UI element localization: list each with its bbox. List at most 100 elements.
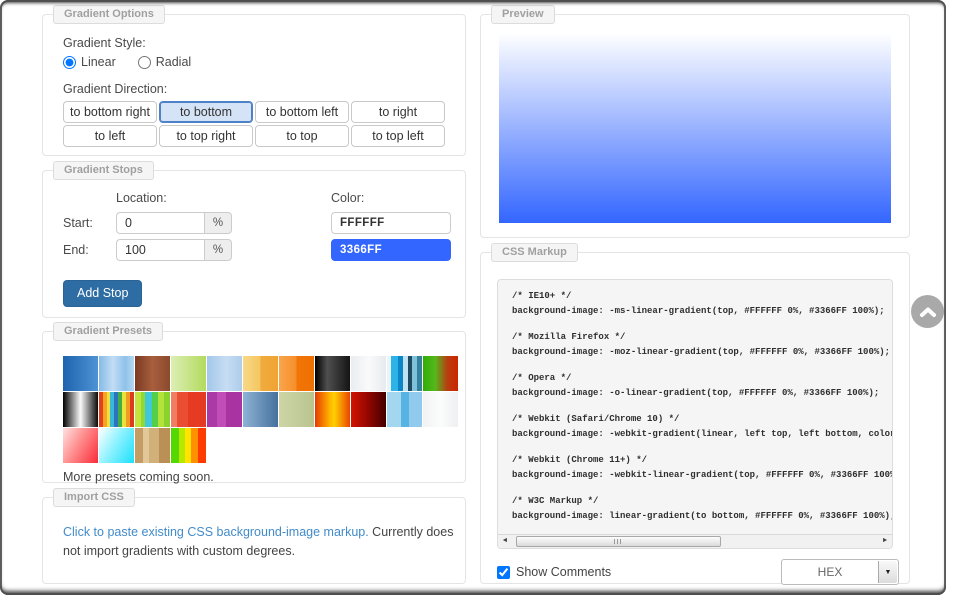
- code-block-webkit-new: /* Webkit (Chrome 11+) */ background-ima…: [512, 453, 878, 483]
- import-css-legend: Import CSS: [53, 488, 135, 507]
- gradient-stops-legend: Gradient Stops: [53, 161, 154, 180]
- preset-swatch[interactable]: [207, 356, 242, 391]
- preset-swatch[interactable]: [207, 392, 242, 427]
- code-line: background-image: linear-gradient(to bot…: [512, 509, 878, 524]
- direction-to-top-right-button[interactable]: to top right: [159, 125, 253, 147]
- code-comment: /* Webkit (Safari/Chrome 10) */: [512, 412, 878, 427]
- preset-swatch[interactable]: [243, 356, 278, 391]
- code-line: background-image: -moz-linear-gradient(t…: [512, 345, 878, 360]
- code-block-webkit-old: /* Webkit (Safari/Chrome 10) */ backgrou…: [512, 412, 878, 442]
- radial-radio[interactable]: [138, 56, 151, 69]
- horizontal-scrollbar[interactable]: ◄ ►: [498, 534, 892, 548]
- linear-radio-label: Linear: [81, 55, 116, 69]
- presets-note: More presets coming soon.: [63, 470, 459, 484]
- code-block-opera: /* Opera */ background-image: -o-linear-…: [512, 371, 878, 401]
- color-header: Color:: [331, 191, 451, 205]
- select-dropdown-arrow-icon[interactable]: ▼: [878, 561, 897, 583]
- gradient-style-radios: Linear Radial: [63, 55, 445, 69]
- color-format-value: HEX: [782, 560, 878, 584]
- end-label: End:: [63, 243, 116, 257]
- css-markup-legend: CSS Markup: [491, 243, 578, 262]
- preset-swatch[interactable]: [351, 392, 386, 427]
- direction-button-grid: to bottom right to bottom to bottom left…: [63, 101, 445, 147]
- right-column: Preview CSS Markup /* IE10+ */ backgroun…: [480, 14, 910, 584]
- stops-grid: Location: Color: Start: % FFFFFF End: % …: [63, 191, 445, 261]
- end-color-field[interactable]: 3366FF: [331, 239, 451, 261]
- code-comment: /* IE10+ */: [512, 289, 878, 304]
- direction-to-top-left-button[interactable]: to top left: [351, 125, 445, 147]
- start-location-input[interactable]: [116, 212, 204, 234]
- gradient-stops-panel: Gradient Stops Location: Color: Start: %…: [42, 170, 466, 318]
- preset-swatch[interactable]: [171, 428, 206, 463]
- add-stop-button[interactable]: Add Stop: [63, 280, 142, 307]
- preset-swatch[interactable]: [99, 392, 134, 427]
- preset-swatch[interactable]: [315, 356, 350, 391]
- show-comments-checkbox[interactable]: [497, 566, 510, 579]
- preset-swatch[interactable]: [63, 392, 98, 427]
- preset-swatch[interactable]: [387, 392, 422, 427]
- preset-swatch[interactable]: [171, 392, 206, 427]
- scroll-left-arrow-icon[interactable]: ◄: [498, 535, 512, 548]
- code-comment: /* Opera */: [512, 371, 878, 386]
- show-comments-control[interactable]: Show Comments: [497, 565, 611, 579]
- start-label: Start:: [63, 216, 116, 230]
- preset-swatch[interactable]: [279, 392, 314, 427]
- radial-radio-label: Radial: [156, 55, 191, 69]
- scroll-right-arrow-icon[interactable]: ►: [878, 535, 892, 548]
- scrollbar-thumb[interactable]: [516, 536, 721, 547]
- preset-swatch[interactable]: [171, 356, 206, 391]
- left-column: Gradient Options Gradient Style: Linear …: [42, 14, 466, 584]
- preset-swatch[interactable]: [135, 428, 170, 463]
- direction-to-right-button[interactable]: to right: [351, 101, 445, 123]
- css-markup-panel: CSS Markup /* IE10+ */ background-image:…: [480, 252, 910, 584]
- gradient-presets-panel: Gradient Presets: [42, 331, 466, 483]
- radio-option-radial[interactable]: Radial: [138, 55, 191, 69]
- preset-swatch[interactable]: [351, 356, 386, 391]
- gradient-style-label: Gradient Style:: [63, 36, 445, 50]
- start-location-group: %: [116, 212, 232, 234]
- code-line: background-image: -ms-linear-gradient(to…: [512, 304, 878, 319]
- radio-option-linear[interactable]: Linear: [63, 55, 116, 69]
- code-comment: /* W3C Markup */: [512, 494, 878, 509]
- gradient-options-legend: Gradient Options: [53, 5, 165, 24]
- preset-swatch[interactable]: [63, 356, 98, 391]
- direction-to-bottom-right-button[interactable]: to bottom right: [63, 101, 157, 123]
- code-line: background-image: -webkit-gradient(linea…: [512, 427, 878, 442]
- preset-swatch[interactable]: [423, 356, 458, 391]
- start-percent-addon: %: [204, 212, 232, 234]
- preset-swatch[interactable]: [279, 356, 314, 391]
- preset-swatch[interactable]: [315, 392, 350, 427]
- start-color-field[interactable]: FFFFFF: [331, 212, 451, 234]
- preset-swatch[interactable]: [135, 356, 170, 391]
- preset-swatch[interactable]: [99, 428, 134, 463]
- chevron-up-icon: [919, 306, 937, 318]
- preset-swatch[interactable]: [135, 392, 170, 427]
- direction-to-top-button[interactable]: to top: [255, 125, 349, 147]
- preset-swatch[interactable]: [243, 392, 278, 427]
- markup-footer: Show Comments HEX ▼: [497, 559, 899, 585]
- color-format-select[interactable]: HEX ▼: [781, 559, 899, 585]
- direction-to-bottom-left-button[interactable]: to bottom left: [255, 101, 349, 123]
- code-block-w3c: /* W3C Markup */ background-image: linea…: [512, 494, 878, 524]
- import-css-panel: Import CSS Click to paste existing CSS b…: [42, 497, 466, 584]
- preset-swatch[interactable]: [99, 356, 134, 391]
- preview-legend: Preview: [491, 5, 555, 24]
- direction-to-left-button[interactable]: to left: [63, 125, 157, 147]
- location-header: Location:: [116, 191, 232, 205]
- end-percent-addon: %: [204, 239, 232, 261]
- scroll-to-top-button[interactable]: [911, 295, 944, 328]
- import-css-text: Click to paste existing CSS background-i…: [63, 523, 455, 562]
- preset-swatch[interactable]: [387, 356, 422, 391]
- css-markup-code-area[interactable]: /* IE10+ */ background-image: -ms-linear…: [497, 279, 893, 549]
- end-location-input[interactable]: [116, 239, 204, 261]
- paste-css-link[interactable]: Click to paste existing CSS background-i…: [63, 525, 369, 539]
- direction-to-bottom-button[interactable]: to bottom: [159, 101, 253, 123]
- gradient-preview: [499, 33, 891, 223]
- code-line: background-image: -o-linear-gradient(top…: [512, 386, 878, 401]
- linear-radio[interactable]: [63, 56, 76, 69]
- preview-panel: Preview: [480, 14, 910, 238]
- preset-swatch[interactable]: [423, 392, 458, 427]
- show-comments-label: Show Comments: [516, 565, 611, 579]
- end-location-group: %: [116, 239, 232, 261]
- preset-swatch[interactable]: [63, 428, 98, 463]
